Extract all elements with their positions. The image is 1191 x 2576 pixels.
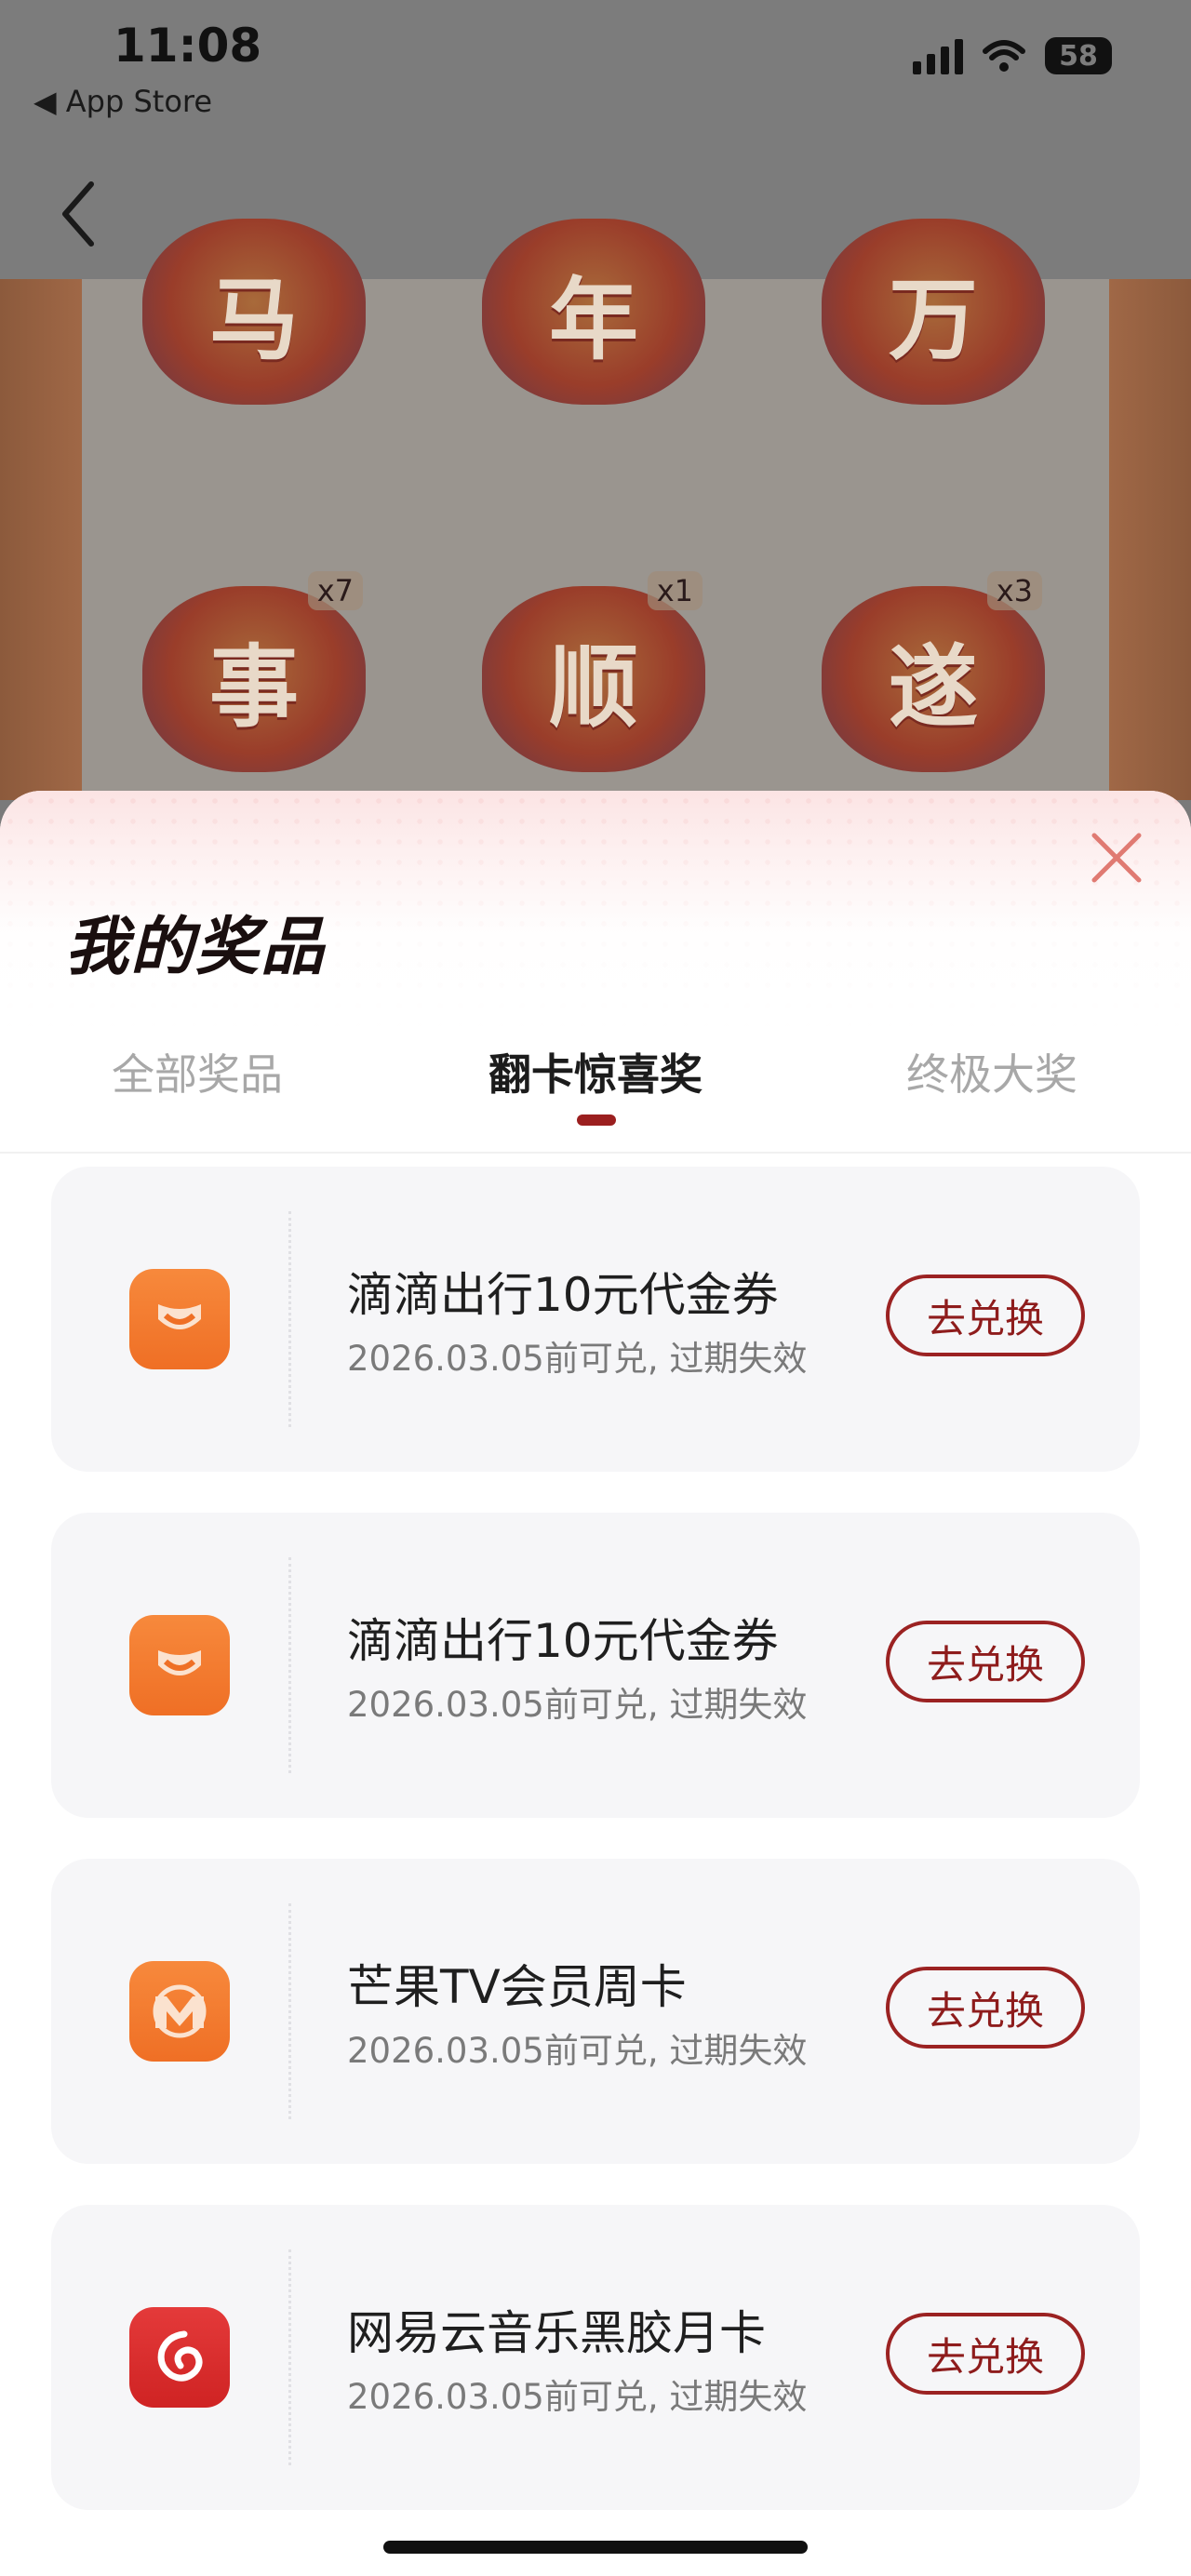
card-divider (288, 1903, 291, 2119)
prize-expiry: 2026.03.05前可兑, 过期失效 (347, 2031, 808, 2071)
prize-tabs: 全部奖品 翻卡惊喜奖 终极大奖 (0, 1042, 1191, 1154)
prize-card: 滴滴出行10元代金券 2026.03.05前可兑, 过期失效 去兑换 (51, 1513, 1140, 1818)
tile-char: 年 (549, 266, 638, 372)
prize-expiry: 2026.03.05前可兑, 过期失效 (347, 2377, 808, 2417)
tile-badge: 万 (822, 219, 1045, 405)
card-tile[interactable]: 遂 x3 (798, 558, 1068, 800)
tile-count-badge: x1 (647, 571, 703, 610)
prize-title: 网易云音乐黑胶月卡 (347, 2306, 766, 2360)
back-chevron-icon[interactable] (52, 177, 108, 251)
game-area: 马 年 万 事 x7 顺 x1 遂 x3 (0, 219, 1191, 800)
redeem-button[interactable]: 去兑换 (886, 1275, 1085, 1356)
cellular-signal-icon (913, 37, 963, 74)
tile-count-badge: x3 (986, 571, 1042, 610)
prize-expiry: 2026.03.05前可兑, 过期失效 (347, 1339, 808, 1379)
tab-grand-prize[interactable]: 终极大奖 (852, 1042, 1131, 1107)
netease-music-icon (129, 2307, 230, 2408)
tile-char: 万 (889, 266, 978, 372)
status-time: 11:08 (114, 19, 262, 73)
battery-icon: 58 (1045, 37, 1112, 74)
tile-count-badge: x7 (307, 571, 363, 610)
prize-card: 芒果TV会员周卡 2026.03.05前可兑, 过期失效 去兑换 (51, 1859, 1140, 2164)
mangotv-icon (129, 1961, 230, 2062)
prize-card: 网易云音乐黑胶月卡 2026.03.05前可兑, 过期失效 去兑换 (51, 2205, 1140, 2510)
tile-char: 顺 (549, 634, 638, 740)
tile-badge: 事 (142, 586, 366, 772)
card-tile[interactable]: 万 (798, 205, 1068, 419)
card-tile[interactable]: 顺 x1 (459, 558, 729, 800)
prize-card: 滴滴出行10元代金券 2026.03.05前可兑, 过期失效 去兑换 (51, 1167, 1140, 1472)
status-bar: 11:08 ◀ App Store 58 (0, 0, 1191, 140)
card-tile[interactable]: 马 (119, 205, 389, 419)
card-board: 马 年 万 事 x7 顺 x1 遂 x3 (82, 219, 1109, 800)
didi-icon (129, 1269, 230, 1369)
tabs-divider (0, 1152, 1191, 1154)
tile-badge: 顺 (482, 586, 705, 772)
prize-expiry: 2026.03.05前可兑, 过期失效 (347, 1685, 808, 1725)
home-indicator[interactable] (383, 2541, 808, 2554)
tile-badge: 年 (482, 219, 705, 405)
active-tab-indicator (577, 1114, 616, 1126)
tile-badge: 遂 (822, 586, 1045, 772)
tab-flip-card-surprise[interactable]: 翻卡惊喜奖 (456, 1042, 735, 1107)
card-tile[interactable]: 事 x7 (119, 558, 389, 800)
close-icon[interactable] (1087, 828, 1146, 888)
redeem-button[interactable]: 去兑换 (886, 1621, 1085, 1702)
card-divider (288, 1557, 291, 1773)
status-icons: 58 (913, 37, 1112, 74)
prizes-sheet: 我的奖品 全部奖品 翻卡惊喜奖 终极大奖 滴滴出行10元代金券 2026.03.… (0, 791, 1191, 2576)
tile-char: 遂 (889, 634, 978, 740)
tile-char: 事 (209, 634, 299, 740)
prize-title: 芒果TV会员周卡 (347, 1960, 687, 2014)
back-to-app-store-link[interactable]: ◀ App Store (33, 84, 212, 119)
prize-title: 滴滴出行10元代金券 (347, 1268, 779, 1322)
sheet-title: 我的奖品 (65, 911, 327, 984)
redeem-button[interactable]: 去兑换 (886, 2313, 1085, 2395)
card-divider (288, 2249, 291, 2465)
redeem-button[interactable]: 去兑换 (886, 1967, 1085, 2049)
card-divider (288, 1211, 291, 1427)
card-tile[interactable]: 年 (459, 205, 729, 419)
wifi-icon (983, 40, 1025, 72)
didi-icon (129, 1615, 230, 1715)
tab-all-prizes[interactable]: 全部奖品 (58, 1042, 337, 1107)
tile-char: 马 (209, 266, 299, 372)
tile-badge: 马 (142, 219, 366, 405)
prize-title: 滴滴出行10元代金券 (347, 1614, 779, 1668)
